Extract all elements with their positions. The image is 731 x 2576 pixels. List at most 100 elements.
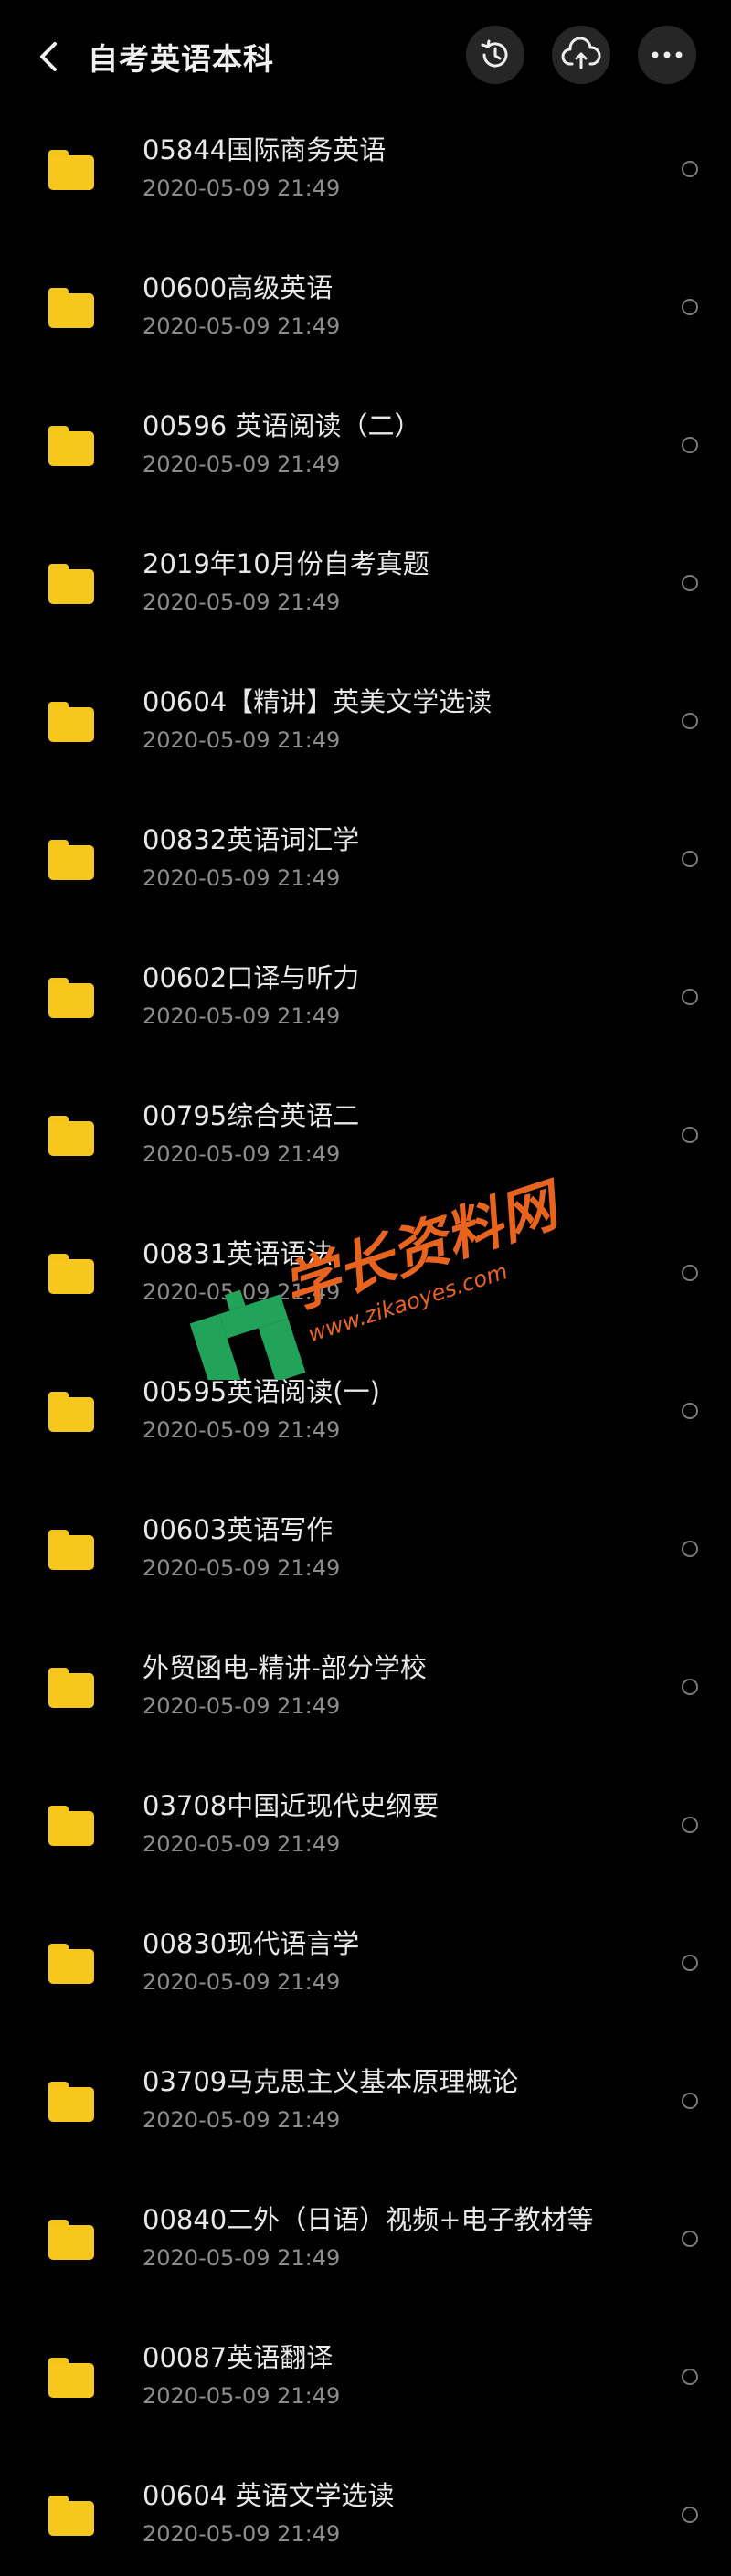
select-radio[interactable]: [682, 161, 698, 177]
folder-item[interactable]: 03708中国近现代史纲要 2020-05-09 21:49: [0, 1769, 731, 1907]
folder-icon: [48, 1668, 94, 1708]
folder-item[interactable]: 00602口译与听力 2020-05-09 21:49: [0, 941, 731, 1079]
folder-name: 00840二外（日语）视频+电子教材等: [143, 2204, 594, 2235]
folder-name: 05844国际商务英语: [143, 134, 387, 165]
folder-item[interactable]: 00603英语写作 2020-05-09 21:49: [0, 1493, 731, 1631]
folder-date: 2020-05-09 21:49: [143, 1969, 341, 1995]
folder-item[interactable]: 00604 英语文学选读 2020-05-09 21:49: [0, 2459, 731, 2576]
folder-item[interactable]: 05844国际商务英语 2020-05-09 21:49: [0, 113, 731, 251]
folder-icon: [48, 2082, 94, 2122]
folder-date: 2020-05-09 21:49: [143, 1417, 341, 1443]
folder-item[interactable]: 00832英语词汇学 2020-05-09 21:49: [0, 803, 731, 941]
history-icon: [481, 39, 508, 68]
folder-name: 03709马克思主义基本原理概论: [143, 2066, 519, 2097]
folder-icon: [48, 978, 94, 1018]
folder-icon: [48, 288, 94, 328]
folder-icon: [48, 1116, 94, 1156]
folder-icon: [48, 1254, 94, 1294]
folder-date: 2020-05-09 21:49: [143, 1141, 341, 1167]
folder-item[interactable]: 00831英语语法 2020-05-09 21:49: [0, 1217, 731, 1355]
select-radio[interactable]: [682, 299, 698, 315]
folder-icon: [48, 1392, 94, 1432]
folder-item[interactable]: 00087英语翻译 2020-05-09 21:49: [0, 2321, 731, 2459]
folder-name: 00600高级英语: [143, 272, 334, 303]
folder-date: 2020-05-09 21:49: [143, 2245, 341, 2271]
folder-name: 00795综合英语二: [143, 1100, 360, 1131]
folder-icon: [48, 150, 94, 190]
folder-name: 00604【精讲】英美文学选读: [143, 686, 493, 717]
select-radio[interactable]: [682, 2231, 698, 2247]
select-radio[interactable]: [682, 575, 698, 591]
folder-item[interactable]: 00604【精讲】英美文学选读 2020-05-09 21:49: [0, 665, 731, 803]
folder-item[interactable]: 2019年10月份自考真题 2020-05-09 21:49: [0, 527, 731, 665]
folder-name: 00602口译与听力: [143, 962, 360, 993]
folder-icon: [48, 840, 94, 880]
select-radio[interactable]: [682, 989, 698, 1005]
select-radio[interactable]: [682, 1679, 698, 1695]
folder-date: 2020-05-09 21:49: [143, 1831, 341, 1857]
more-horizontal-icon: [652, 51, 683, 58]
folder-icon: [48, 2496, 94, 2536]
folder-date: 2020-05-09 21:49: [143, 1003, 341, 1029]
folder-item[interactable]: 外贸函电-精讲-部分学校 2020-05-09 21:49: [0, 1631, 731, 1769]
select-radio[interactable]: [682, 1265, 698, 1281]
top-bar: 自考英语本科: [0, 0, 731, 113]
folder-date: 2020-05-09 21:49: [143, 2521, 341, 2547]
folder-icon: [48, 564, 94, 604]
select-radio[interactable]: [682, 2507, 698, 2523]
folder-icon: [48, 1530, 94, 1570]
folder-date: 2020-05-09 21:49: [143, 2383, 341, 2409]
select-radio[interactable]: [682, 2369, 698, 2385]
folder-date: 2020-05-09 21:49: [143, 175, 341, 201]
folder-name: 00830现代语言学: [143, 1928, 360, 1959]
select-radio[interactable]: [682, 1541, 698, 1557]
folder-date: 2020-05-09 21:49: [143, 1693, 341, 1719]
folder-icon: [48, 1944, 94, 1984]
select-radio[interactable]: [682, 1817, 698, 1833]
select-radio[interactable]: [682, 713, 698, 729]
folder-name: 00831英语语法: [143, 1238, 334, 1269]
folder-icon: [48, 2220, 94, 2260]
folder-name: 00087英语翻译: [143, 2342, 334, 2373]
folder-name: 00596 英语阅读（二）: [143, 410, 421, 441]
folder-item[interactable]: 00830现代语言学 2020-05-09 21:49: [0, 1907, 731, 2045]
folder-date: 2020-05-09 21:49: [143, 589, 341, 615]
select-radio[interactable]: [682, 437, 698, 453]
folder-name: 00603英语写作: [143, 1514, 334, 1545]
select-radio[interactable]: [682, 851, 698, 867]
folder-icon: [48, 1806, 94, 1846]
select-radio[interactable]: [682, 1955, 698, 1971]
select-radio[interactable]: [682, 1127, 698, 1143]
folder-date: 2020-05-09 21:49: [143, 865, 341, 891]
folder-date: 2020-05-09 21:49: [143, 727, 341, 753]
back-button[interactable]: [27, 33, 69, 80]
folder-item[interactable]: 00600高级英语 2020-05-09 21:49: [0, 251, 731, 389]
folder-name: 00832英语词汇学: [143, 824, 360, 855]
folder-icon: [48, 2358, 94, 2398]
folder-date: 2020-05-09 21:49: [143, 313, 341, 339]
select-radio[interactable]: [682, 1403, 698, 1419]
folder-date: 2020-05-09 21:49: [143, 451, 341, 477]
folder-name: 03708中国近现代史纲要: [143, 1790, 440, 1821]
folder-item[interactable]: 00596 英语阅读（二） 2020-05-09 21:49: [0, 389, 731, 527]
folder-date: 2020-05-09 21:49: [143, 1555, 341, 1581]
folder-item[interactable]: 03709马克思主义基本原理概论 2020-05-09 21:49: [0, 2045, 731, 2183]
cloud-upload-button[interactable]: [552, 26, 610, 84]
select-radio[interactable]: [682, 2093, 698, 2109]
folder-item[interactable]: 00595英语阅读(一) 2020-05-09 21:49: [0, 1355, 731, 1493]
folder-icon: [48, 702, 94, 742]
history-button[interactable]: [466, 26, 524, 84]
folder-name: 00595英语阅读(一): [143, 1376, 380, 1407]
folder-item[interactable]: 00840二外（日语）视频+电子教材等 2020-05-09 21:49: [0, 2183, 731, 2321]
cloud-upload-icon: [561, 37, 601, 69]
folder-name: 2019年10月份自考真题: [143, 548, 429, 579]
folder-item[interactable]: 00795综合英语二 2020-05-09 21:49: [0, 1079, 731, 1217]
folder-icon: [48, 426, 94, 466]
folder-date: 2020-05-09 21:49: [143, 1279, 341, 1305]
chevron-left-icon: [40, 42, 57, 71]
folder-name: 00604 英语文学选读: [143, 2480, 395, 2511]
page-title: 自考英语本科: [88, 41, 274, 77]
folder-name: 外贸函电-精讲-部分学校: [143, 1652, 427, 1683]
more-button[interactable]: [638, 26, 696, 84]
folder-date: 2020-05-09 21:49: [143, 2107, 341, 2133]
